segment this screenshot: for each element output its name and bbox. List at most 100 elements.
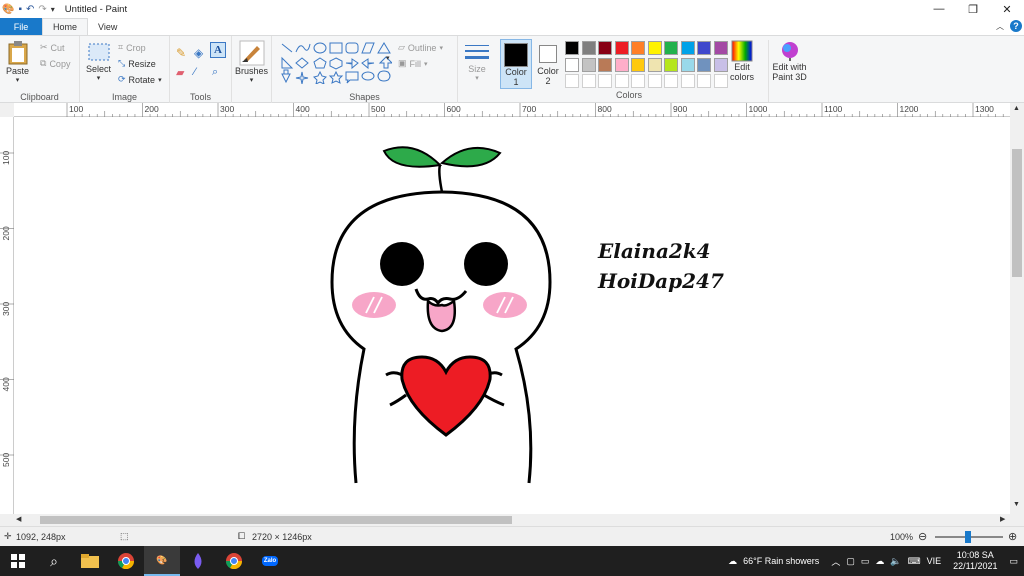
file-explorer-icon[interactable] xyxy=(72,546,108,576)
palette-color-swatch[interactable] xyxy=(680,57,695,72)
chrome-icon[interactable] xyxy=(108,546,144,576)
palette-color-swatch[interactable] xyxy=(631,57,645,72)
brushes-button[interactable]: Brushes ▾ xyxy=(235,40,268,84)
rotate-button[interactable]: ⟳ Rotate ▾ xyxy=(118,74,162,85)
copy-button[interactable]: ⧉ Copy xyxy=(40,58,70,69)
tab-file[interactable]: File xyxy=(0,18,42,35)
paint-taskbar-icon[interactable]: 🎨 xyxy=(144,546,180,576)
custom-color-slot[interactable] xyxy=(647,74,662,88)
custom-color-slot[interactable] xyxy=(680,74,695,88)
minimize-button[interactable]: — xyxy=(922,0,956,18)
custom-color-slot[interactable] xyxy=(697,74,711,88)
custom-color-slot[interactable] xyxy=(631,74,645,88)
eraser-icon[interactable]: ▰ xyxy=(176,66,184,79)
resize-button[interactable]: ⤡ Resize xyxy=(118,58,156,69)
palette-color-swatch[interactable] xyxy=(631,41,645,55)
edit-paint3d-button[interactable]: Edit with Paint 3D xyxy=(768,40,808,102)
weather-icon[interactable]: ☁ xyxy=(728,556,737,567)
zoom-in-icon[interactable]: ⊕ xyxy=(1008,530,1017,543)
right-leaf xyxy=(439,146,502,168)
palette-color-swatch[interactable] xyxy=(598,41,612,55)
language-indicator[interactable]: VIE xyxy=(927,556,942,566)
chrome-icon-2[interactable] xyxy=(216,546,252,576)
meet-now-icon[interactable]: ▢ xyxy=(846,556,855,567)
scroll-down-icon[interactable]: ▼ xyxy=(1013,501,1020,508)
palette-color-swatch[interactable] xyxy=(647,57,662,72)
horizontal-scroll-thumb[interactable] xyxy=(40,516,512,524)
palette-color-swatch[interactable] xyxy=(565,57,579,72)
search-icon[interactable]: ⌕ xyxy=(36,546,72,576)
paste-button[interactable]: Paste ▾ xyxy=(6,40,29,84)
palette-color-swatch[interactable] xyxy=(713,41,728,55)
shapes-gallery[interactable] xyxy=(280,42,392,84)
ruler-label: 100 xyxy=(69,104,83,114)
windows-start-icon[interactable] xyxy=(0,546,36,576)
customize-qa-icon[interactable]: ▾ xyxy=(51,5,55,14)
save-icon[interactable]: ▪ xyxy=(18,4,22,15)
color1-button[interactable]: Color 1 xyxy=(500,39,532,89)
help-icon[interactable]: ? xyxy=(1010,20,1022,32)
palette-color-swatch[interactable] xyxy=(697,41,711,55)
color-picker-icon[interactable]: ⁄ xyxy=(194,66,196,78)
custom-color-slot[interactable] xyxy=(598,74,612,88)
scroll-left-icon[interactable]: ◀ xyxy=(16,515,21,523)
palette-color-swatch[interactable] xyxy=(614,41,629,55)
palette-color-swatch[interactable] xyxy=(697,57,711,72)
redo-icon[interactable]: ↷ xyxy=(38,4,46,15)
text-tool-icon[interactable]: A xyxy=(210,42,226,58)
undo-icon[interactable]: ↶ xyxy=(26,4,34,15)
custom-color-slot[interactable] xyxy=(614,74,629,88)
custom-color-slot[interactable] xyxy=(581,74,596,88)
size-button[interactable]: Size ▾ xyxy=(464,42,490,82)
color2-button[interactable]: Color 2 xyxy=(534,39,562,89)
volume-icon[interactable]: 🔈 xyxy=(890,556,901,567)
cut-button[interactable]: ✂ Cut xyxy=(40,42,65,53)
magnifier-icon[interactable]: ⌕ xyxy=(212,66,218,79)
keyboard-icon[interactable]: ⌨ xyxy=(908,556,921,567)
network-icon[interactable]: ☁ xyxy=(875,556,884,567)
palette-color-swatch[interactable] xyxy=(614,57,629,72)
weather-text[interactable]: 66°F Rain showers xyxy=(743,556,819,566)
drawing-canvas[interactable]: Elaina2k4 HoiDap247 xyxy=(14,117,1010,514)
palette-color-swatch[interactable] xyxy=(581,41,596,55)
pencil-icon[interactable]: ✎ xyxy=(176,46,186,60)
outline-button[interactable]: ▱ Outline ▾ xyxy=(398,42,443,53)
notification-icon[interactable]: ▭ xyxy=(1009,556,1018,567)
tab-home[interactable]: Home xyxy=(42,18,89,35)
vertical-scrollbar[interactable]: ▲ ▼ xyxy=(1010,103,1024,514)
show-hidden-icons[interactable]: ︿ xyxy=(831,555,840,568)
fill-bucket-icon[interactable]: ◈ xyxy=(194,46,203,60)
zoom-out-icon[interactable]: ⊖ xyxy=(918,530,927,543)
palette-color-swatch[interactable] xyxy=(713,57,728,72)
custom-color-slot[interactable] xyxy=(565,74,579,88)
palette-color-swatch[interactable] xyxy=(565,41,579,55)
zalo-icon[interactable]: Zalo xyxy=(252,546,288,576)
scroll-right-icon[interactable]: ▶ xyxy=(1000,515,1005,523)
crop-button[interactable]: ⌗ Crop xyxy=(118,42,146,53)
scroll-up-icon[interactable]: ▲ xyxy=(1013,105,1020,112)
restore-button[interactable]: ❐ xyxy=(956,0,990,18)
colors-label: Colors xyxy=(615,90,642,100)
collapse-ribbon-icon[interactable]: ︿ xyxy=(996,21,1004,32)
shapes-more-icon[interactable]: ▾ xyxy=(386,54,390,62)
fill-button[interactable]: ▣ Fill ▾ xyxy=(398,58,428,69)
palette-color-swatch[interactable] xyxy=(680,41,695,55)
custom-color-slot[interactable] xyxy=(713,74,728,88)
palette-color-swatch[interactable] xyxy=(581,57,596,72)
vertical-scroll-thumb[interactable] xyxy=(1012,149,1022,277)
palette-color-swatch[interactable] xyxy=(664,57,678,72)
select-button[interactable]: Select ▾ xyxy=(86,42,111,82)
palette-color-swatch[interactable] xyxy=(647,41,662,55)
custom-color-slot[interactable] xyxy=(664,74,678,88)
palette-color-swatch[interactable] xyxy=(664,41,678,55)
clock[interactable]: 10:08 SA 22/11/2021 xyxy=(953,550,997,572)
close-button[interactable]: ✕ xyxy=(990,0,1024,18)
zoom-slider-thumb[interactable] xyxy=(965,531,971,543)
droplet-app-icon[interactable] xyxy=(180,546,216,576)
edit-colors-button[interactable]: Edit colors xyxy=(730,40,754,82)
horizontal-scrollbar[interactable]: ◀ ▶ xyxy=(14,514,1010,526)
palette-color-swatch[interactable] xyxy=(598,57,612,72)
tab-view[interactable]: View xyxy=(88,18,127,35)
battery-icon[interactable]: ▭ xyxy=(861,556,870,567)
tongue xyxy=(426,298,456,333)
